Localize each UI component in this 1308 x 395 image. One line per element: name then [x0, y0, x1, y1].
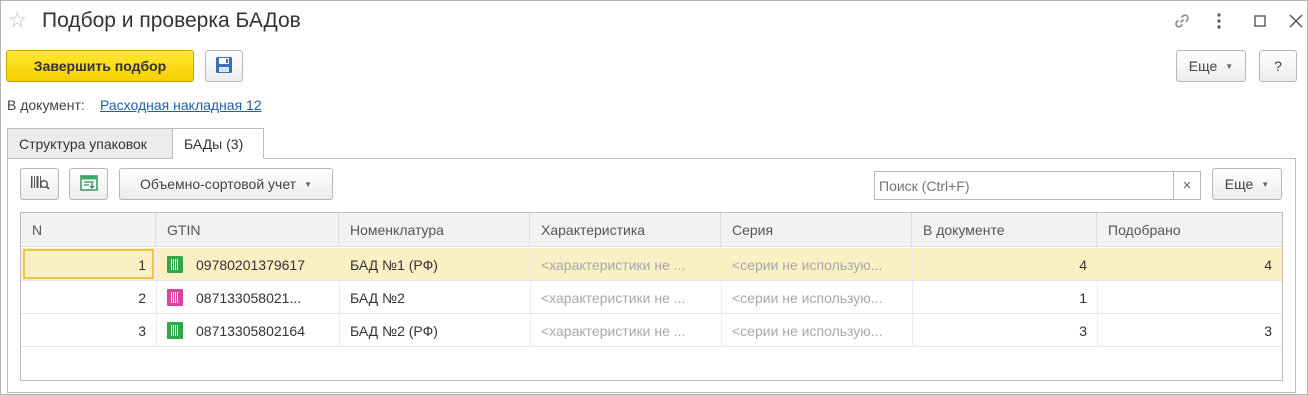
datamatrix-code-icon: [167, 289, 183, 306]
column-header-n[interactable]: N: [21, 213, 156, 247]
table-header: N GTIN Номенклатура Характеристика Серия…: [21, 213, 1282, 247]
column-header-series[interactable]: Серия: [721, 213, 912, 247]
column-header-label: Номенклатура: [350, 222, 444, 238]
form-window: ☆ Подбор и проверка БАДов Завершить подб…: [0, 0, 1308, 395]
tab-label: БАДы (3): [184, 135, 244, 152]
column-header-nomenclature[interactable]: Номенклатура: [339, 213, 530, 247]
cell-n[interactable]: 1: [21, 248, 156, 281]
cell-in-document[interactable]: 4: [912, 248, 1097, 281]
column-header-gtin[interactable]: GTIN: [156, 213, 339, 247]
panel-more-menu-button[interactable]: Еще ▼: [1212, 168, 1282, 200]
more-options-icon[interactable]: [1208, 10, 1230, 32]
gtin-value: 08713305802164: [196, 322, 306, 339]
tab-packaging-structure[interactable]: Структура упаковок: [7, 128, 173, 159]
search-input[interactable]: [874, 171, 1174, 200]
cell-n[interactable]: 2: [21, 281, 156, 314]
close-icon[interactable]: [1285, 10, 1307, 32]
favorite-star-icon[interactable]: ☆: [8, 10, 27, 32]
help-button[interactable]: ?: [1259, 50, 1297, 82]
search-clear-button[interactable]: ×: [1173, 171, 1201, 200]
help-label: ?: [1274, 58, 1282, 74]
page-title: Подбор и проверка БАДов: [42, 9, 301, 32]
close-icon: ×: [1182, 177, 1192, 194]
chevron-down-icon: ▼: [1225, 61, 1234, 71]
column-header-label: N: [32, 222, 43, 238]
chevron-down-icon: ▼: [1261, 179, 1270, 189]
table-row[interactable]: 1 09780201379617 БАД №1 (РФ) <характерис…: [21, 248, 1282, 281]
chevron-down-icon: ▼: [304, 179, 312, 189]
cell-in-document[interactable]: 3: [912, 314, 1097, 347]
column-header-label: Подобрано: [1108, 222, 1181, 238]
tab-supplements[interactable]: БАДы (3): [172, 128, 264, 159]
cell-characteristic[interactable]: <характеристики не ...: [530, 281, 721, 314]
cell-nomenclature[interactable]: БАД №1 (РФ): [339, 248, 530, 281]
datamatrix-code-icon: [167, 256, 183, 273]
save-button[interactable]: [205, 50, 243, 82]
cell-gtin[interactable]: 09780201379617: [156, 248, 339, 281]
gtin-value: 09780201379617: [196, 256, 306, 273]
download-list-icon: [79, 174, 99, 195]
document-link[interactable]: Расходная накладная 12: [100, 97, 262, 113]
cell-n[interactable]: 3: [21, 314, 156, 347]
cell-series[interactable]: <серии не использую...: [721, 314, 912, 347]
panel-more-label: Еще: [1224, 176, 1254, 192]
cell-gtin[interactable]: 087133058021...: [156, 281, 339, 314]
link-icon[interactable]: [1171, 10, 1193, 32]
cell-picked[interactable]: 3: [1097, 314, 1282, 347]
accounting-mode-label: Объемно-сортовой учет: [140, 176, 297, 192]
cell-in-document[interactable]: 1: [912, 281, 1097, 314]
barcode-search-icon: [30, 174, 50, 195]
column-header-label: GTIN: [167, 222, 201, 238]
cell-nomenclature[interactable]: БАД №2: [339, 281, 530, 314]
more-menu-button[interactable]: Еще ▼: [1176, 50, 1246, 82]
finish-selection-label: Завершить подбор: [33, 58, 167, 74]
column-header-label: В документе: [923, 222, 1005, 238]
column-header-picked[interactable]: Подобрано: [1097, 213, 1282, 247]
title-bar: ☆ Подбор и проверка БАДов: [1, 1, 1307, 43]
more-menu-label: Еще: [1188, 58, 1218, 74]
accounting-mode-dropdown[interactable]: Объемно-сортовой учет ▼: [119, 168, 333, 200]
cell-series[interactable]: <серии не использую...: [721, 248, 912, 281]
cell-picked[interactable]: 4: [1097, 248, 1282, 281]
column-header-label: Характеристика: [541, 222, 646, 238]
load-from-terminal-button[interactable]: [69, 168, 108, 200]
datamatrix-code-icon: [167, 322, 183, 339]
column-header-characteristic[interactable]: Характеристика: [530, 213, 721, 247]
scan-barcode-button[interactable]: [20, 168, 59, 200]
finish-selection-button[interactable]: Завершить подбор: [6, 50, 194, 82]
document-label: В документ:: [7, 97, 85, 113]
floppy-disk-icon: [215, 56, 233, 77]
table-row[interactable]: 3 08713305802164 БАД №2 (РФ) <характерис…: [21, 314, 1282, 347]
cell-nomenclature[interactable]: БАД №2 (РФ): [339, 314, 530, 347]
gtin-value: 087133058021...: [196, 289, 302, 306]
cell-series[interactable]: <серии не использую...: [721, 281, 912, 314]
maximize-icon[interactable]: [1249, 10, 1271, 32]
column-header-in-document[interactable]: В документе: [912, 213, 1097, 247]
cell-characteristic[interactable]: <характеристики не ...: [530, 248, 721, 281]
column-header-label: Серия: [732, 222, 774, 238]
cell-characteristic[interactable]: <характеристики не ...: [530, 314, 721, 347]
table-row[interactable]: 2 087133058021... БАД №2 <характеристики…: [21, 281, 1282, 314]
cell-gtin[interactable]: 08713305802164: [156, 314, 339, 347]
cell-picked[interactable]: [1097, 281, 1282, 314]
supplements-table[interactable]: N GTIN Номенклатура Характеристика Серия…: [20, 212, 1283, 381]
tab-label: Структура упаковок: [19, 135, 147, 152]
